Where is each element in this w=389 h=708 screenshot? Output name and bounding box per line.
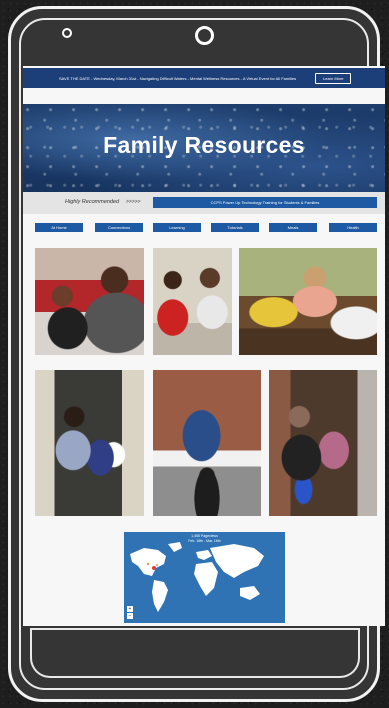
family-photo-2 xyxy=(153,248,232,355)
learn-more-button[interactable]: Learn More xyxy=(315,72,352,84)
recommended-strip: Highly Recommended >>>>> CCPS Power Up T… xyxy=(23,192,385,214)
family-photo-6 xyxy=(269,370,377,516)
nav-button-at-home[interactable]: At Home xyxy=(35,223,83,232)
family-photo-5 xyxy=(153,370,261,516)
family-photo-4 xyxy=(35,370,144,516)
camera-icon xyxy=(195,26,214,45)
phone-screen: SAVE THE DATE - Wednesday, March 31st - … xyxy=(23,66,385,626)
hero-banner: Family Resources xyxy=(23,104,385,192)
speaker-icon xyxy=(62,28,72,38)
nav-button-tutorials[interactable]: Tutorials xyxy=(211,223,259,232)
nav-button-learning[interactable]: Learning xyxy=(153,223,201,232)
page-title: Family Resources xyxy=(103,132,305,158)
recommended-label: Highly Recommended xyxy=(65,199,120,205)
family-photo-1 xyxy=(35,248,144,355)
phone-chin xyxy=(30,628,360,678)
nav-button-meals[interactable]: Meals xyxy=(269,223,317,232)
pageviews-map[interactable]: 1,455 Pageviews Feb. 16th - Mar. 16th + … xyxy=(124,532,285,623)
recommended-arrows: >>>>> xyxy=(126,199,141,205)
announcement-text: SAVE THE DATE - Wednesday, March 31st - … xyxy=(59,75,297,81)
map-zoom-out-button[interactable]: − xyxy=(127,613,133,619)
announcement-bar: SAVE THE DATE - Wednesday, March 31st - … xyxy=(23,68,385,88)
power-up-training-button[interactable]: CCPS Power Up Technology Training for St… xyxy=(153,197,377,208)
nav-button-health[interactable]: Health xyxy=(329,223,377,232)
map-zoom-in-button[interactable]: + xyxy=(127,606,133,612)
family-photo-3 xyxy=(239,248,377,355)
world-map-graphic xyxy=(130,542,264,612)
nav-button-connections[interactable]: Connections xyxy=(95,223,143,232)
